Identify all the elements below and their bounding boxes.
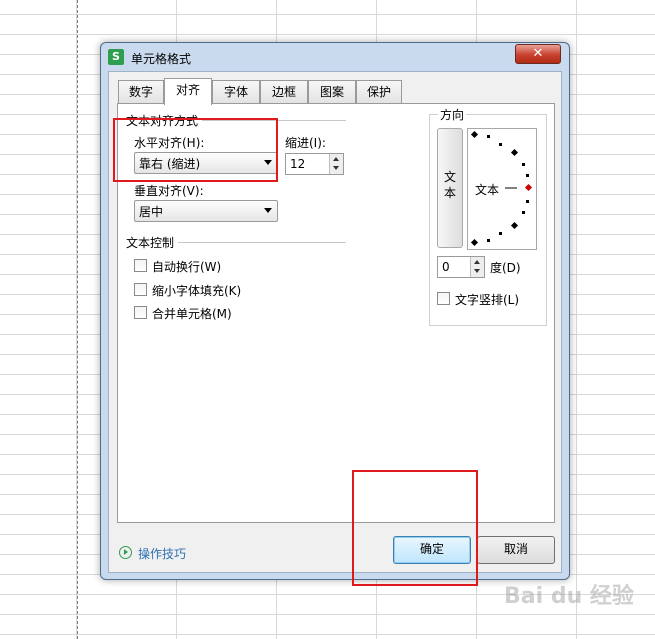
tab-font[interactable]: 字体	[212, 80, 260, 103]
vertical-text-label: 文本	[443, 170, 456, 200]
tab-protection[interactable]: 保护	[356, 80, 402, 103]
dial-marker-icon	[524, 183, 533, 192]
degrees-spin-buttons[interactable]	[470, 257, 484, 277]
spin-down-icon[interactable]	[333, 166, 339, 170]
wps-app-icon: S	[108, 49, 124, 65]
orientation-dial[interactable]: 文本	[467, 128, 537, 250]
dial-tick-icon	[499, 143, 502, 146]
highlight-ok-button	[352, 470, 478, 586]
dialog-title: 单元格格式	[131, 52, 192, 66]
tab-border[interactable]: 边框	[260, 80, 308, 103]
degrees-stepper[interactable]: 0	[437, 256, 485, 278]
dial-tick-icon	[510, 221, 519, 230]
tab-patterns[interactable]: 图案	[308, 80, 356, 103]
orientation-group-title: 方向	[438, 106, 467, 123]
indent-value: 12	[290, 157, 306, 171]
indent-label: 缩进(I):	[285, 136, 326, 150]
chevron-down-icon	[264, 208, 272, 213]
vertical-align-select[interactable]: 居中	[134, 200, 278, 222]
dial-tick-icon	[499, 232, 502, 235]
dial-tick-icon	[470, 238, 479, 247]
tab-alignment[interactable]: 对齐	[164, 78, 212, 105]
group-divider	[178, 242, 346, 243]
vertical-align-value: 居中	[139, 205, 164, 219]
checkbox-box[interactable]	[134, 283, 147, 296]
degrees-label: 度(D)	[490, 261, 521, 275]
close-button[interactable]: ✕	[515, 44, 561, 64]
dial-tick-icon	[510, 148, 519, 157]
spin-down-icon[interactable]	[474, 269, 480, 273]
baidu-watermark: Bai du 经验	[504, 584, 634, 609]
indent-spin-buttons[interactable]	[329, 154, 343, 174]
dial-tick-icon	[522, 163, 525, 166]
spin-up-icon[interactable]	[333, 157, 339, 161]
checkbox-box[interactable]	[134, 259, 147, 272]
dialog-titlebar[interactable]: S 单元格格式 ✕	[101, 43, 569, 71]
play-circle-icon[interactable]	[119, 546, 132, 559]
dial-text-label: 文本	[475, 183, 500, 197]
dial-tick-icon	[470, 130, 479, 139]
vertical-align-label: 垂直对齐(V):	[134, 184, 204, 198]
checkbox-box[interactable]	[134, 306, 147, 319]
merge-cells-label: 合并单元格(M)	[152, 307, 232, 321]
vertical-text-button[interactable]: 文本	[437, 128, 463, 248]
tab-number[interactable]: 数字	[118, 80, 164, 103]
degrees-value: 0	[442, 260, 450, 274]
page-break-line	[77, 0, 78, 639]
spin-up-icon[interactable]	[474, 260, 480, 264]
checkbox-box[interactable]	[437, 292, 450, 305]
text-control-group-title: 文本控制	[126, 236, 175, 250]
dial-tick-icon	[526, 174, 529, 177]
indent-stepper[interactable]: 12	[285, 153, 344, 175]
stacked-text-label: 文字竖排(L)	[455, 293, 520, 307]
dial-tick-icon	[522, 211, 525, 214]
dial-tick-icon	[487, 239, 490, 242]
highlight-horizontal-align	[113, 118, 278, 182]
wrap-text-label: 自动换行(W)	[152, 260, 222, 274]
cancel-button[interactable]: 取消	[477, 536, 555, 564]
dial-tick-icon	[487, 135, 490, 138]
dial-tick-icon	[526, 200, 529, 203]
shrink-to-fit-label: 缩小字体填充(K)	[152, 284, 242, 298]
tips-link[interactable]: 操作技巧	[138, 545, 186, 562]
